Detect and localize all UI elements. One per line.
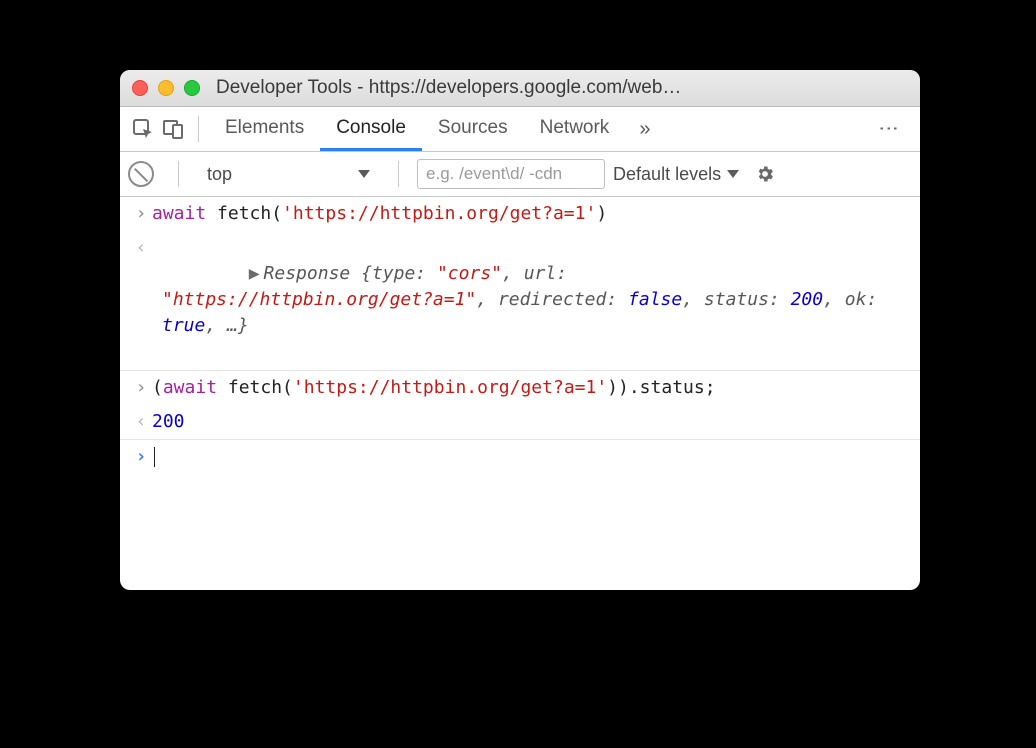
panel-tabs: Elements Console Sources Network (209, 107, 625, 151)
chevron-down-icon (358, 170, 370, 178)
window-title: Developer Tools - https://developers.goo… (216, 77, 908, 99)
return-value: 200 (152, 409, 910, 435)
log-level-selector[interactable]: Default levels (613, 164, 739, 185)
expand-triangle-icon[interactable]: ▶ (249, 261, 260, 287)
titlebar: Developer Tools - https://developers.goo… (120, 70, 920, 107)
console-input-entry: › (await fetch('https://httpbin.org/get?… (120, 371, 920, 405)
context-selector[interactable]: top (197, 160, 380, 188)
console-output[interactable]: › await fetch('https://httpbin.org/get?a… (120, 197, 920, 590)
tabs-overflow-button[interactable]: » (639, 118, 650, 141)
zoom-window-button[interactable] (184, 80, 200, 96)
gear-icon[interactable] (755, 164, 775, 184)
window-controls (132, 80, 200, 96)
code-line: await fetch('https://httpbin.org/get?a=1… (152, 201, 910, 227)
console-return-entry: ‹ ▶Response {type: "cors", url: "https:/… (120, 231, 920, 370)
prompt-icon: › (130, 201, 152, 227)
panel-tabs-row: Elements Console Sources Network » ⋮ (120, 107, 920, 152)
minimize-window-button[interactable] (158, 80, 174, 96)
console-return-entry: ‹ 200 (120, 405, 920, 440)
console-prompt-line[interactable]: › (120, 440, 920, 474)
response-object[interactable]: ▶Response {type: "cors", url: "https://h… (152, 235, 910, 365)
text-cursor (154, 447, 155, 467)
tab-console[interactable]: Console (320, 107, 422, 151)
console-toolbar: top Default levels (120, 152, 920, 197)
filter-input[interactable] (417, 159, 605, 189)
log-level-label: Default levels (613, 164, 721, 185)
context-label: top (207, 164, 232, 185)
close-window-button[interactable] (132, 80, 148, 96)
device-toolbar-icon[interactable] (158, 114, 188, 144)
console-input-entry: › await fetch('https://httpbin.org/get?a… (120, 197, 920, 231)
code-line: (await fetch('https://httpbin.org/get?a=… (152, 375, 910, 401)
return-arrow-icon: ‹ (130, 409, 152, 435)
devtools-window: Developer Tools - https://developers.goo… (120, 70, 920, 590)
chevron-down-icon (727, 170, 739, 178)
active-prompt-icon: › (130, 444, 152, 470)
tab-network[interactable]: Network (524, 107, 626, 151)
kebab-menu-icon[interactable]: ⋮ (877, 118, 902, 140)
tab-elements[interactable]: Elements (209, 107, 320, 151)
divider (198, 116, 199, 142)
tab-sources[interactable]: Sources (422, 107, 524, 151)
console-input[interactable] (152, 444, 910, 470)
divider (398, 161, 399, 187)
prompt-icon: › (130, 375, 152, 401)
clear-console-icon[interactable] (128, 161, 154, 187)
divider (178, 161, 179, 187)
return-arrow-icon: ‹ (130, 235, 152, 261)
inspect-element-icon[interactable] (128, 114, 158, 144)
